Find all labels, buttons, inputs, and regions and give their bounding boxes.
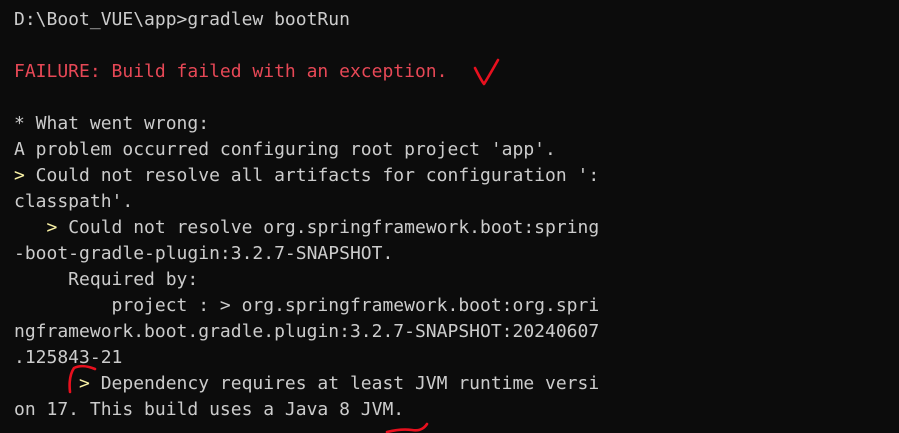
output-line: classpath'. [14,189,899,215]
line-text: .125843-21 [14,347,123,368]
output-line: -boot-gradle-plugin:3.2.7-SNAPSHOT. [14,241,899,267]
line-text: ngframework.boot.gradle.plugin:3.2.7-SNA… [14,321,600,342]
line-text: project : > org.springframework.boot:org… [14,295,600,316]
failure-message: FAILURE: Build failed with an exception. [14,59,899,85]
line-text: -boot-gradle-plugin:3.2.7-SNAPSHOT. [14,243,394,264]
output-line: ngframework.boot.gradle.plugin:3.2.7-SNA… [14,319,899,345]
chevron-marker: > [14,165,25,186]
output-line: > Could not resolve all artifacts for co… [14,163,899,189]
terminal-window[interactable]: D:\Boot_VUE\app>gradlew bootRun FAILURE:… [0,0,899,433]
line-text: Required by: [14,269,199,290]
output-line: Required by: [14,267,899,293]
output-line: .125843-21 [14,345,899,371]
what-went-wrong-heading: * What went wrong: [14,111,899,137]
output-line: project : > org.springframework.boot:org… [14,293,899,319]
output-line: A problem occurred configuring root proj… [14,137,899,163]
line-text: classpath'. [14,191,134,212]
line-text: on 17. This build uses a Java 8 JVM. [14,399,405,420]
chevron-marker: > [14,373,90,394]
line-text: * What went wrong: [14,113,210,134]
line-text: Could not resolve all artifacts for conf… [24,165,600,186]
red-underline-mark-icon [385,422,429,433]
output-line: > Dependency requires at least JVM runti… [14,371,899,397]
command-line: D:\Boot_VUE\app>gradlew bootRun [14,7,899,33]
line-text: Could not resolve org.springframework.bo… [57,217,600,238]
chevron-marker: > [14,217,58,238]
line-text: A problem occurred configuring root proj… [14,139,556,160]
line-text: Dependency requires at least JVM runtime… [89,373,600,394]
output-line: > Could not resolve org.springframework.… [14,215,899,241]
line-text: FAILURE: Build failed with an exception. [14,61,448,82]
output-line: on 17. This build uses a Java 8 JVM. [14,397,899,423]
line-text: D:\Boot_VUE\app>gradlew bootRun [14,9,350,30]
